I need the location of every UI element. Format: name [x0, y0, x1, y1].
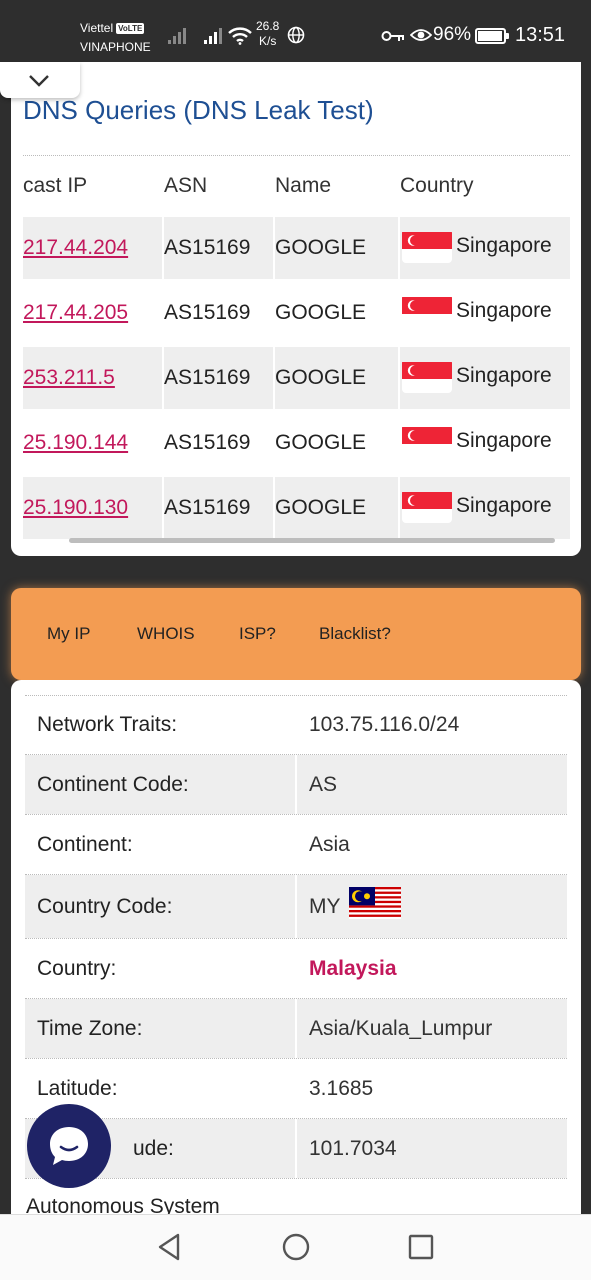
back-icon[interactable] [156, 1232, 182, 1262]
speed-unit: K/s [259, 34, 277, 48]
row-label: Continent Code: [25, 755, 295, 814]
country-cell: Singapore [400, 412, 570, 474]
singapore-flag-icon [402, 424, 452, 458]
country-cell: Singapore [400, 217, 570, 279]
system-navigation-bar [0, 1214, 591, 1280]
name-cell: GOOGLE [275, 431, 367, 454]
row-label: Network Traits: [37, 713, 178, 736]
row-value: Asia [309, 833, 350, 856]
chat-icon [50, 1127, 88, 1165]
column-header: ASN [164, 174, 208, 197]
asn-cell: AS15169 [164, 477, 273, 539]
country-value: Malaysia [309, 957, 397, 980]
row-value: 3.1685 [309, 1077, 374, 1100]
table-row: 25.190.144 AS15169 GOOGLE Singapore [23, 412, 570, 476]
dns-queries-card: DNS Queries (DNS Leak Test) cast IP ASN … [11, 62, 581, 556]
country-cell: Singapore [400, 477, 570, 539]
chevron-down-icon [29, 75, 49, 87]
row-value: MY [297, 875, 567, 938]
row-value: AS [297, 755, 567, 814]
battery-icon [475, 28, 509, 44]
column-header: cast IP [23, 174, 88, 197]
table-row: 217.44.204 AS15169 GOOGLE Singapore [23, 217, 570, 281]
country-cell: Singapore [400, 347, 570, 409]
asn-cell: AS15169 [164, 217, 273, 279]
name-cell: GOOGLE [275, 347, 398, 409]
table-row: Continent Code: AS [25, 755, 567, 815]
ip-link[interactable]: 217.44.205 [23, 301, 128, 324]
battery-fill [478, 31, 502, 41]
dns-card-title: DNS Queries (DNS Leak Test) [23, 95, 374, 125]
ip-link[interactable]: 217.44.204 [23, 236, 128, 259]
volte-badge: VoLTE [116, 23, 145, 34]
chat-button[interactable] [27, 1104, 111, 1188]
table-row: 25.190.130 AS15169 GOOGLE Singapore [23, 477, 570, 541]
signal-icon [168, 28, 186, 44]
menu-isp[interactable]: ISP? [239, 624, 276, 644]
ip-link[interactable]: 253.211.5 [23, 366, 115, 389]
singapore-flag-icon [402, 294, 452, 328]
battery-percent: 96% [433, 24, 472, 45]
country-name: Singapore [456, 364, 552, 387]
country-name: Singapore [456, 494, 552, 517]
table-row: Continent: Asia [25, 815, 567, 875]
asn-cell: AS15169 [164, 431, 251, 454]
singapore-flag-icon [402, 359, 452, 393]
table-row: 217.44.205 AS15169 GOOGLE Singapore [23, 282, 570, 346]
recent-apps-icon[interactable] [408, 1232, 434, 1262]
table-row: Time Zone: Asia/Kuala_Lumpur [25, 999, 567, 1059]
asn-cell: AS15169 [164, 347, 273, 409]
name-cell: GOOGLE [275, 217, 398, 279]
country-name: Singapore [456, 429, 552, 452]
table-row: Country Code: MY [25, 875, 567, 939]
row-value: 103.75.116.0/24 [309, 713, 460, 736]
key-icon [381, 31, 404, 41]
ip-link[interactable]: 25.190.144 [23, 431, 128, 454]
table-header: cast IP ASN Name Country [23, 155, 570, 219]
table-row: Country: Malaysia [25, 939, 567, 999]
singapore-flag-icon [402, 229, 452, 263]
globe-icon [287, 26, 305, 44]
singapore-flag-icon [402, 489, 452, 523]
row-label: Country: [37, 957, 117, 980]
country-name: Singapore [456, 299, 552, 322]
name-cell: GOOGLE [275, 301, 367, 324]
carrier1-label: Viettel [80, 21, 114, 35]
table-row: Latitude: 3.1685 [25, 1059, 567, 1119]
ip-link[interactable]: 25.190.130 [23, 496, 128, 519]
speed-value: 26.8 [256, 19, 280, 33]
asn-cell: AS15169 [164, 301, 251, 324]
collapse-toggle[interactable] [0, 62, 80, 98]
horizontal-scrollbar[interactable] [69, 538, 555, 543]
row-value: Asia/Kuala_Lumpur [297, 999, 567, 1058]
eye-icon [410, 29, 432, 41]
row-label: Time Zone: [25, 999, 295, 1058]
carrier-info: Viettel VoLTE VINAPHONE [80, 19, 151, 57]
column-header: Country [400, 174, 474, 197]
wifi-icon [228, 27, 252, 45]
clock: 13:51 [515, 24, 566, 46]
malaysia-flag-icon [348, 881, 401, 919]
network-speed: 26.8 K/s [256, 19, 279, 49]
table-row: 253.211.5 AS15169 GOOGLE Singapore [23, 347, 570, 411]
menu-my-ip[interactable]: My IP [47, 624, 90, 644]
home-icon[interactable] [282, 1232, 310, 1262]
row-label: Continent: [37, 833, 133, 856]
row-label: Country Code: [25, 875, 295, 938]
carrier2-label: VINAPHONE [80, 40, 151, 54]
table-row: Network Traits: 103.75.116.0/24 [25, 695, 567, 755]
name-cell: GOOGLE [275, 477, 398, 539]
dns-table[interactable]: cast IP ASN Name Country 217.44.204 AS15… [23, 155, 570, 543]
signal-icon [204, 28, 222, 44]
country-name: Singapore [456, 234, 552, 257]
country-code-value: MY [309, 895, 341, 918]
column-header: Name [275, 174, 332, 197]
menu-blacklist[interactable]: Blacklist? [319, 624, 391, 644]
country-cell: Singapore [400, 282, 570, 344]
status-bar: Viettel VoLTE VINAPHONE 26.8 K/s 96% 13:5… [0, 0, 591, 62]
row-value: 101.7034 [297, 1119, 567, 1178]
menu-whois[interactable]: WHOIS [137, 624, 195, 644]
ip-tools-menu: My IP WHOIS ISP? Blacklist? [11, 588, 581, 680]
